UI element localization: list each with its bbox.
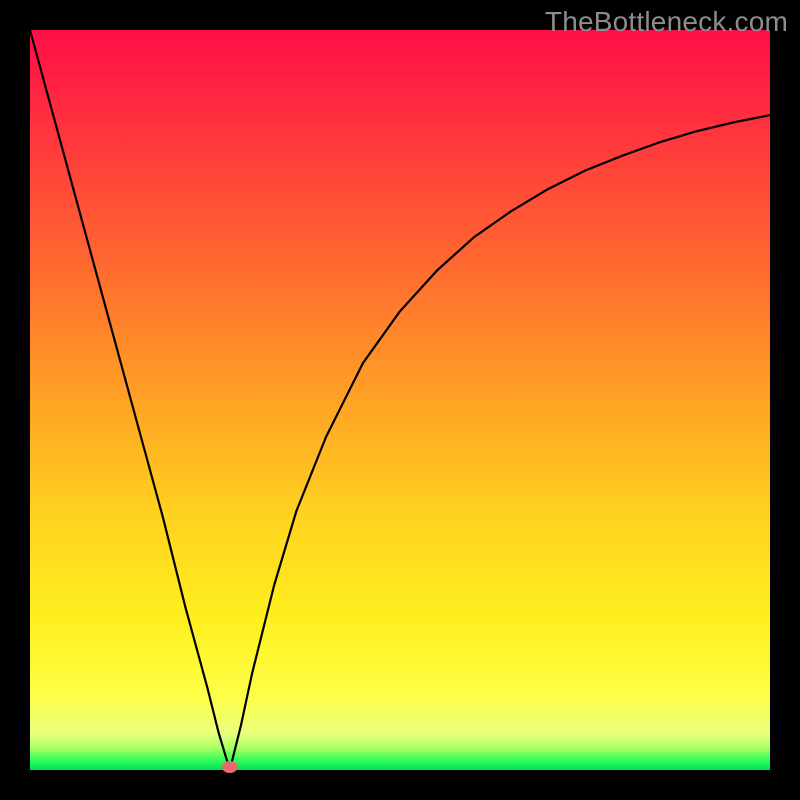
- chart-frame: TheBottleneck.com: [0, 0, 800, 800]
- curve-layer: [30, 30, 770, 770]
- minimum-marker: [222, 761, 238, 773]
- watermark-text: TheBottleneck.com: [545, 6, 788, 38]
- bottleneck-curve: [30, 30, 770, 770]
